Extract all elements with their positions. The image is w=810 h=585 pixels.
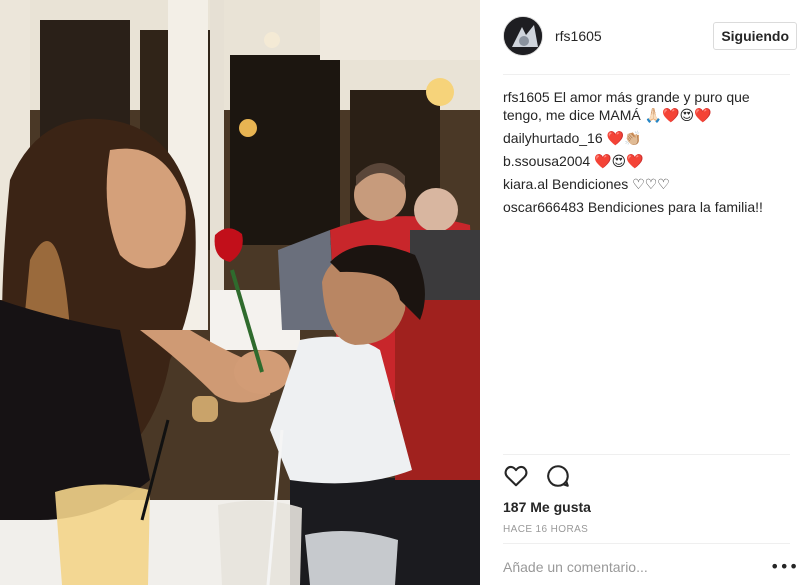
post-author-username[interactable]: rfs1605	[555, 28, 602, 44]
more-options-button[interactable]: •••	[770, 557, 798, 577]
comment-text: ❤️👏🏼	[606, 130, 642, 146]
heart-outline-icon[interactable]	[503, 463, 529, 489]
comment-text: ❤️😍❤️	[594, 153, 644, 169]
header-divider	[503, 74, 790, 75]
post-photo[interactable]	[0, 0, 480, 585]
comment-text: Bendiciones ♡♡♡	[552, 176, 670, 192]
avatar[interactable]	[503, 16, 543, 56]
comment-text: Bendiciones para la familia!!	[587, 199, 763, 215]
list-item: kiara.al Bendiciones ♡♡♡	[503, 175, 790, 193]
list-item: dailyhurtado_16 ❤️👏🏼	[503, 129, 790, 147]
following-button[interactable]: Siguiendo	[713, 22, 797, 50]
caption: rfs1605 El amor más grande y puro que te…	[503, 88, 790, 124]
comment-username[interactable]: oscar666483	[503, 199, 584, 215]
comment-divider	[503, 543, 790, 544]
add-comment-row: •••	[503, 555, 798, 585]
likes-count[interactable]: 187 Me gusta	[503, 499, 591, 515]
comment-username[interactable]: dailyhurtado_16	[503, 130, 603, 146]
post-side-panel: rfs1605 Siguiendo rfs1605 El amor más gr…	[480, 0, 810, 585]
post-actions	[503, 463, 571, 489]
comment-input[interactable]	[503, 555, 743, 579]
actions-divider	[503, 454, 790, 455]
list-item: b.ssousa2004 ❤️😍❤️	[503, 152, 790, 170]
post-timestamp[interactable]: HACE 16 HORAS	[503, 524, 588, 535]
comment-username[interactable]: b.ssousa2004	[503, 153, 590, 169]
caption-username[interactable]: rfs1605	[503, 89, 550, 105]
speech-bubble-icon[interactable]	[545, 463, 571, 489]
comments-list: rfs1605 El amor más grande y puro que te…	[503, 88, 790, 221]
post-header: rfs1605 Siguiendo	[503, 14, 797, 58]
list-item: oscar666483 Bendiciones para la familia!…	[503, 198, 790, 216]
comment-username[interactable]: kiara.al	[503, 176, 548, 192]
